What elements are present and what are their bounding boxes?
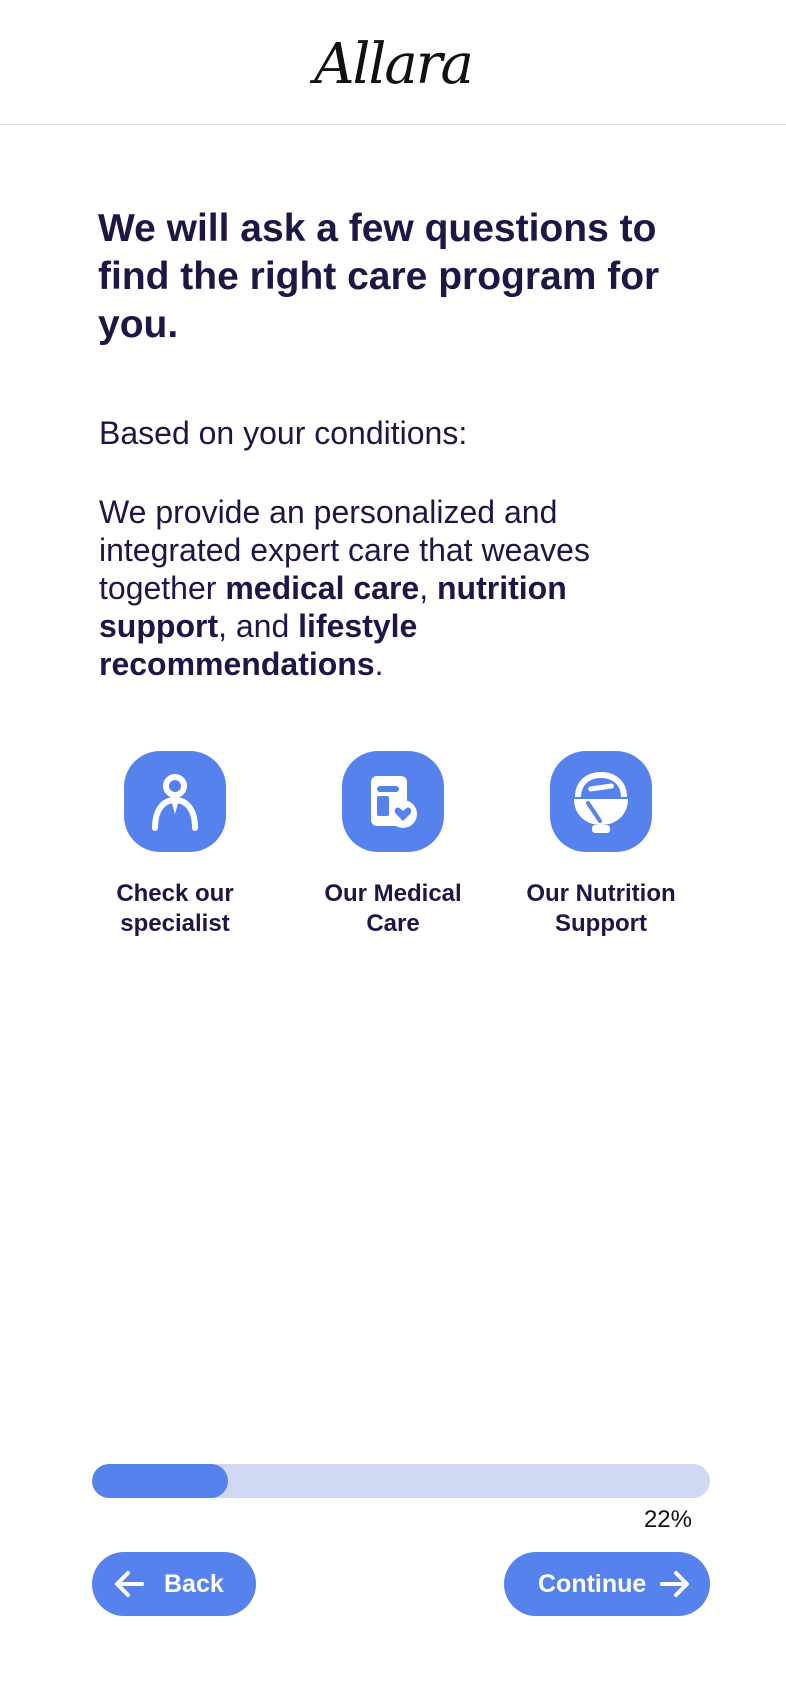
feature-label-line: Check our — [116, 880, 234, 907]
app-header: Allara — [0, 0, 786, 125]
desc-end: . — [374, 646, 384, 682]
feature-label-medical-care: Our Medical Care — [293, 879, 493, 939]
feature-medical-care[interactable]: Our Medical Care — [293, 751, 493, 939]
care-description: We provide an personalized and integrate… — [99, 493, 659, 683]
allara-logo[interactable]: Allara — [314, 32, 474, 97]
medical-care-icon[interactable] — [342, 751, 444, 852]
feature-label-line: Care — [366, 910, 420, 937]
feature-label-line: Support — [555, 910, 647, 937]
nutrition-bowl-icon[interactable] — [550, 751, 652, 852]
feature-label-nutrition-support: Our Nutrition Support — [501, 879, 701, 939]
feature-label-line: Our Medical — [324, 880, 462, 907]
progress-bar-fill — [92, 1464, 228, 1498]
feature-label-line: Our Nutrition — [526, 880, 676, 907]
progress-bar — [92, 1464, 710, 1498]
arrow-left-icon — [114, 1570, 144, 1598]
progress-percent: 22% — [643, 1506, 692, 1533]
specialist-person-icon[interactable] — [124, 751, 226, 852]
feature-label-line: specialist — [120, 910, 230, 937]
back-button-label: Back — [164, 1569, 224, 1598]
desc-separator-1: , — [419, 570, 437, 606]
arrow-right-icon — [660, 1570, 690, 1598]
continue-button-label: Continue — [538, 1569, 647, 1598]
feature-nutrition-support[interactable]: Our Nutrition Support — [501, 751, 701, 939]
feature-specialist[interactable]: Check our specialist — [75, 751, 275, 939]
desc-separator-2: , and — [218, 608, 299, 644]
intro-text: Based on your conditions: — [99, 415, 468, 451]
feature-label-specialist: Check our specialist — [75, 879, 275, 939]
desc-bold-medical-care: medical care — [225, 570, 420, 606]
continue-button[interactable]: Continue — [504, 1552, 710, 1616]
page-headline: We will ask a few questions to find the … — [98, 207, 660, 346]
back-button[interactable]: Back — [92, 1552, 256, 1616]
